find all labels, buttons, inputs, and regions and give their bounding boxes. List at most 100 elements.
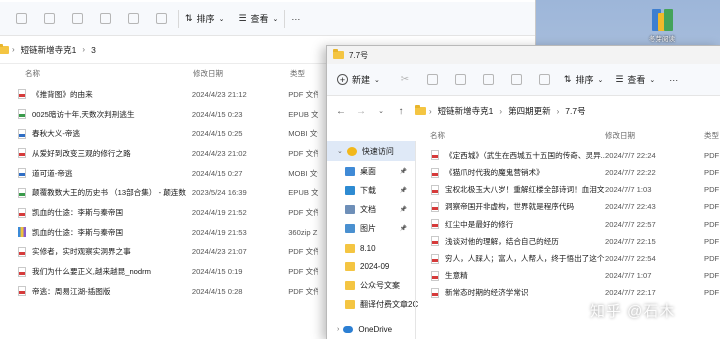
view-button[interactable]: ☰ 查看 ⌄ [615, 69, 655, 91]
nav-item[interactable]: ⌄ 快速访问 [327, 141, 415, 161]
file-name-cell: 帝逃：周易江湖-插图版 [18, 286, 192, 297]
command-bar: + 新建 ⌄ ✂ ⇅ 排序 ⌄ ☰ 查看 ⌄ ··· [327, 64, 720, 96]
more-options-button[interactable]: ··· [669, 69, 678, 91]
nav-item-label: 文档 [360, 204, 376, 214]
file-row[interactable]: 《推背图》的由来 2024/4/23 21:12 PDF 文件 [18, 86, 318, 103]
nav-item[interactable]: 公众号文案 [327, 275, 415, 295]
nav-item[interactable]: 下载 📌 [327, 180, 415, 200]
paste-icon[interactable] [66, 8, 88, 30]
address-bar[interactable]: › 短链新增寺克1 › 第四期更新 › 7.7号 [415, 105, 589, 117]
file-row[interactable]: 新常态时期的经济学常识 2024/7/7 22:17 PDF [431, 285, 720, 302]
forward-button[interactable]: → [351, 101, 371, 121]
column-header-type[interactable]: 类型 [290, 66, 305, 80]
desktop-shortcut[interactable]: 冬芽阅读 [642, 9, 682, 43]
file-row[interactable]: 穷人，人踩人；富人，人帮人，终于悟出了这个... 2024/7/7 22:54 PD… [431, 250, 720, 267]
chevron-down-icon: ⌄ [378, 108, 384, 115]
sort-button[interactable]: ⇅ 排序 ⌄ [564, 69, 603, 91]
pin-icon: 📌 [399, 187, 407, 194]
file-row[interactable]: 颠覆教数大王的历史书 （13部合集） - 颠连数 2023/5/24 16:39 E… [18, 185, 318, 202]
file-date: 2024/7/7 22:22 [605, 168, 656, 178]
nav-item[interactable]: 文档 📌 [327, 199, 415, 219]
file-row[interactable]: 道可道-帝逃 2024/4/15 0:27 MOBI 文件 [18, 165, 318, 182]
cut-icon[interactable] [10, 8, 32, 30]
folder-icon [345, 280, 355, 290]
file-name-cell: 凯血的仕途：李斯与秦帝国 [18, 207, 192, 218]
file-row[interactable]: 生意精 2024/7/7 1:07 PDF [431, 267, 720, 284]
star-icon [346, 146, 357, 156]
view-button[interactable]: ☰ 查看 ⌄ [238, 8, 278, 30]
pdf-file-icon [18, 246, 26, 257]
view-label: 查看 [250, 14, 269, 24]
breadcrumb-item[interactable]: 第四期更新 [508, 105, 551, 117]
pdf-file-icon [431, 150, 439, 161]
file-type: PDF 文件 [288, 148, 318, 158]
nav-item-label: 快速访问 [361, 146, 394, 156]
column-header-name[interactable]: 名称 [430, 128, 445, 142]
sort-label: 排序 [196, 14, 215, 24]
file-type: PDF [704, 271, 720, 281]
pane-divider[interactable] [415, 141, 416, 339]
file-row[interactable]: 实修者，实时观察实洞界之事 2024/4/23 21:07 PDF 文件 [18, 244, 318, 261]
back-button[interactable]: ← [331, 101, 351, 121]
file-type: PDF [704, 288, 720, 298]
rename-icon[interactable] [94, 8, 116, 30]
zip-file-icon [18, 227, 26, 238]
breadcrumb-item[interactable]: 短链新增寺克1 [21, 44, 77, 56]
pdf-file-icon [431, 287, 439, 298]
file-row[interactable]: 凯血的仕途：李斯与秦帝国 2024/4/19 21:52 PDF 文件 [18, 204, 318, 221]
nav-item[interactable]: 2024-09 [327, 256, 415, 276]
new-button[interactable]: + 新建 ⌄ [337, 69, 380, 91]
rename-icon[interactable] [478, 69, 500, 91]
column-header-date[interactable]: 修改日期 [605, 128, 635, 142]
nav-item[interactable]: › OneDrive [327, 319, 415, 339]
share-icon[interactable] [122, 8, 144, 30]
recent-button[interactable]: ⌄ [371, 101, 391, 121]
breadcrumb-item[interactable]: 短链新增寺克1 [438, 105, 494, 117]
file-date: 2024/7/7 22:43 [605, 202, 656, 212]
nav-item[interactable]: 图片 📌 [327, 218, 415, 238]
file-row[interactable]: 凯血的仕途：李斯与秦帝国 2024/4/19 21:53 360zip ZIP [18, 224, 318, 241]
file-name: 0025暗访十年,天数次判刑逃生 [32, 109, 135, 119]
pdf-file-icon [18, 266, 26, 277]
pictures-icon [345, 223, 355, 233]
chevron-right-icon: › [429, 106, 432, 116]
file-row[interactable]: 宝权北极玉大八岁！重解红楼全部诗词！血泪文... 2024/7/7 1:03 PDF [431, 181, 720, 198]
share-icon[interactable] [506, 69, 528, 91]
delete-icon[interactable] [534, 69, 556, 91]
file-row[interactable]: 浅谈对他的理解，结合自己的经历 2024/7/7 22:15 PDF [431, 233, 720, 250]
file-row[interactable]: 帝逃：周易江湖-插图版 2024/4/15 0:28 PDF 文件 [18, 283, 318, 300]
file-row[interactable]: 0025暗访十年,天数次判刑逃生 2024/4/15 0:23 EPUB 文件 [18, 106, 318, 123]
file-row[interactable]: 我们为什么要正义,越来越昆_nodrm 2024/4/15 0:19 PDF 文件 [18, 263, 318, 280]
breadcrumb-item[interactable]: 3 [91, 45, 96, 55]
pdf-file-icon [431, 236, 439, 247]
paste-icon[interactable] [450, 69, 472, 91]
nav-item[interactable]: 桌面 📌 [327, 161, 415, 181]
column-header-type[interactable]: 类型 [704, 128, 719, 142]
file-date: 2024/4/23 21:07 [191, 247, 247, 257]
file-row[interactable]: 《定西城》（武生在西城五十五国的传奇、灵异... 2024/7/7 22:24 PD… [431, 147, 720, 164]
file-name-cell: 《定西城》（武生在西城五十五国的传奇、灵异... [431, 150, 605, 161]
nav-item-label: 下载 [360, 185, 376, 195]
delete-icon[interactable] [150, 8, 172, 30]
file-name-cell: 《猫爪时代我的魔鬼营销术》 [431, 167, 605, 178]
arrow-left-icon: ← [336, 105, 346, 117]
file-row[interactable]: 洞察帝国开非虚构，世界就是程序代码 2024/7/7 22:43 PDF [431, 199, 720, 216]
file-row[interactable]: 《猫爪时代我的魔鬼营销术》 2024/7/7 22:22 PDF [431, 164, 720, 181]
file-row[interactable]: 春秋大义-帝逃 2024/4/15 0:25 MOBI 文件 [18, 125, 318, 142]
nav-item[interactable]: 翻译付费文章2C [327, 294, 418, 314]
file-row[interactable]: 从爱好到改变三观的修行之路 2024/4/23 21:02 PDF 文件 [18, 145, 318, 162]
nav-item[interactable]: 8.10 [327, 238, 415, 258]
copy-icon[interactable] [422, 69, 444, 91]
file-name: 凯血的仕途：李斯与秦帝国 [32, 208, 124, 218]
column-header-name[interactable]: 名称 [25, 66, 40, 80]
more-options-button[interactable]: ··· [291, 8, 300, 30]
sort-button[interactable]: ⇅ 排序 ⌄ [185, 8, 224, 30]
column-header-date[interactable]: 修改日期 [193, 66, 223, 80]
copy-icon[interactable] [38, 8, 60, 30]
up-button[interactable]: ↑ [391, 101, 411, 121]
breadcrumb-item[interactable]: 7.7号 [565, 105, 585, 117]
file-date: 2024/4/19 21:53 [191, 227, 247, 237]
cut-icon[interactable]: ✂ [394, 69, 416, 91]
file-row[interactable]: 红尘中是最好的修行 2024/7/7 22:57 PDF [431, 216, 720, 233]
pdf-file-icon [431, 270, 439, 281]
